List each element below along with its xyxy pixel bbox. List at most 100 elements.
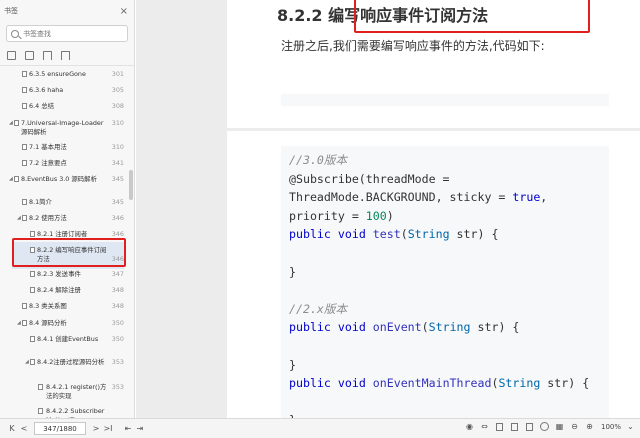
chevron-down-icon[interactable]: ⌄	[625, 421, 636, 432]
expand-arrow-icon[interactable]: ◢	[9, 119, 13, 128]
close-icon[interactable]: ×	[120, 6, 128, 17]
page-icon	[30, 336, 35, 342]
sidebar-title: 书签	[4, 7, 18, 15]
toc-label: 8.4.2注册过程源码分析	[37, 358, 105, 366]
toc-label: 8.1简介	[29, 198, 52, 206]
eye-icon[interactable]: ◉	[464, 421, 475, 432]
single-page-icon[interactable]	[509, 421, 520, 432]
zoom-in-icon[interactable]: ⊕	[584, 421, 595, 432]
status-bar: K < 347/1880 > >I ⇤ ⇥ ◉ ⇔ ▦ ⊖ ⊕ 100% ⌄	[0, 418, 640, 438]
highlight-annotation-heading	[354, 0, 590, 33]
page-icon	[30, 287, 35, 293]
toc-page-number: 345	[111, 175, 124, 183]
toc-page-number: 308	[111, 102, 124, 110]
code-line: }	[289, 357, 296, 372]
toc-label: 6.3.6 haha	[29, 86, 64, 94]
toc-page-number: 310	[111, 119, 124, 127]
play-icon[interactable]	[539, 421, 550, 432]
toc-page-number: 350	[111, 319, 124, 327]
page-icon	[22, 103, 27, 109]
toc-page-number: 353	[111, 358, 124, 366]
next-page-button[interactable]: >	[90, 422, 102, 436]
toc-label: 8.2 使用方法	[29, 214, 67, 222]
code-line: priority = 100)	[289, 208, 394, 223]
page-icon	[30, 271, 35, 277]
grid-icon[interactable]: ▦	[554, 421, 565, 432]
code-line: //2.x版本	[289, 301, 348, 316]
page-icon	[22, 199, 27, 205]
zoom-level[interactable]: 100%	[601, 423, 621, 431]
page-icon	[22, 144, 27, 150]
toc-label: 8.2.3 发送事件	[37, 270, 81, 278]
expand-all-icon[interactable]	[7, 50, 16, 60]
bookmark-sidebar: 书签 × 6.3.5 ensureGone 301 6.3.6 haha 305 6.4…	[0, 0, 135, 418]
toc-label: 6.3.5 ensureGone	[29, 70, 86, 78]
collapse-all-icon[interactable]	[25, 50, 34, 60]
bookmark-search-input[interactable]	[23, 29, 123, 38]
toc-label: 8.4.2.2 SubscriberMethodFi	[46, 407, 105, 418]
toc-page-number: 301	[111, 70, 124, 78]
divider	[0, 65, 134, 66]
fit-width-icon[interactable]: ⇔	[479, 421, 490, 432]
dual-page-icon[interactable]	[494, 421, 505, 432]
toc-label: 7.1 基本用法	[29, 143, 67, 151]
toc-label: 8.4 源码分析	[29, 319, 67, 327]
expand-arrow-icon[interactable]: ◢	[25, 358, 29, 367]
toc-page-number: 350	[111, 335, 124, 343]
expand-arrow-icon[interactable]: ◢	[17, 214, 21, 223]
page-icon	[38, 384, 43, 390]
toc-page-number: 345	[111, 198, 124, 206]
bookmark-search[interactable]	[6, 25, 128, 42]
enter-icon[interactable]: ⇥	[134, 422, 146, 436]
bookmark-icon[interactable]	[61, 50, 70, 60]
page-icon	[22, 320, 27, 326]
sidebar-scrollbar[interactable]	[129, 170, 133, 200]
code-line: public void onEventMainThread(String str…	[289, 376, 590, 391]
view-tools: ◉ ⇔ ▦ ⊖ ⊕ 100% ⌄	[464, 421, 636, 432]
body-paragraph: 注册之后,我们需要编写响应事件的方法,代码如下:	[281, 39, 545, 53]
toc-label: 8.4.2.1 register()方法的实现	[46, 383, 107, 400]
toc-label: 7.2 注意要点	[29, 159, 67, 167]
code-line: public void test(String str) {	[289, 227, 499, 242]
last-page-button[interactable]: >I	[102, 422, 114, 436]
pdf-page-code: //3.0版本 @Subscribe(threadMode = ThreadMode…	[227, 131, 640, 418]
toc-label: 8.3 类关系图	[29, 302, 67, 310]
page-icon	[22, 160, 27, 166]
code-line: //3.0版本	[289, 153, 348, 167]
expand-arrow-icon[interactable]: ◢	[9, 175, 13, 184]
zoom-out-icon[interactable]: ⊖	[569, 421, 580, 432]
toc-page-number: 310	[111, 143, 124, 151]
code-lines: //3.0版本 @Subscribe(threadMode = ThreadMode…	[289, 151, 589, 418]
page-icon	[22, 215, 27, 221]
toc-page-number: 348	[111, 302, 124, 310]
code-line: @Subscribe(threadMode =	[289, 171, 450, 186]
page-icon	[30, 359, 35, 365]
page-icon	[14, 120, 19, 126]
page-icon	[14, 176, 19, 182]
first-page-button[interactable]: K	[6, 422, 18, 436]
exit-icon[interactable]: ⇤	[122, 422, 134, 436]
bookmark-add-icon[interactable]	[43, 50, 52, 60]
toc-page-number: 346	[111, 214, 124, 222]
expand-arrow-icon[interactable]: ◢	[17, 319, 21, 328]
sidebar-toolbar	[0, 45, 134, 65]
sidebar-header: 书签 ×	[0, 0, 134, 22]
book-icon[interactable]	[524, 421, 535, 432]
prev-page-button[interactable]: <	[18, 422, 30, 436]
code-line: }	[289, 264, 296, 279]
toc-label: 8.EventBus 3.0 源码解析	[21, 175, 97, 183]
toc-label: 7.Universal-Image-Loader源码解析	[21, 119, 104, 136]
page-indicator[interactable]: 347/1880	[34, 422, 86, 435]
toc-page-number: 348	[111, 286, 124, 294]
page-icon	[22, 303, 27, 309]
pdf-page-top: 8.2.2 编写响应事件订阅方法 注册之后,我们需要编写响应事件的方法,代码如下…	[227, 0, 640, 128]
page-icon	[22, 71, 27, 77]
toc-label: 6.4 总结	[29, 102, 54, 110]
toc-page-number: 341	[111, 159, 124, 167]
code-line: public void onEvent(String str) {	[289, 320, 520, 335]
document-viewer: 8.2.2 编写响应事件订阅方法 注册之后,我们需要编写响应事件的方法,代码如下…	[136, 0, 640, 418]
